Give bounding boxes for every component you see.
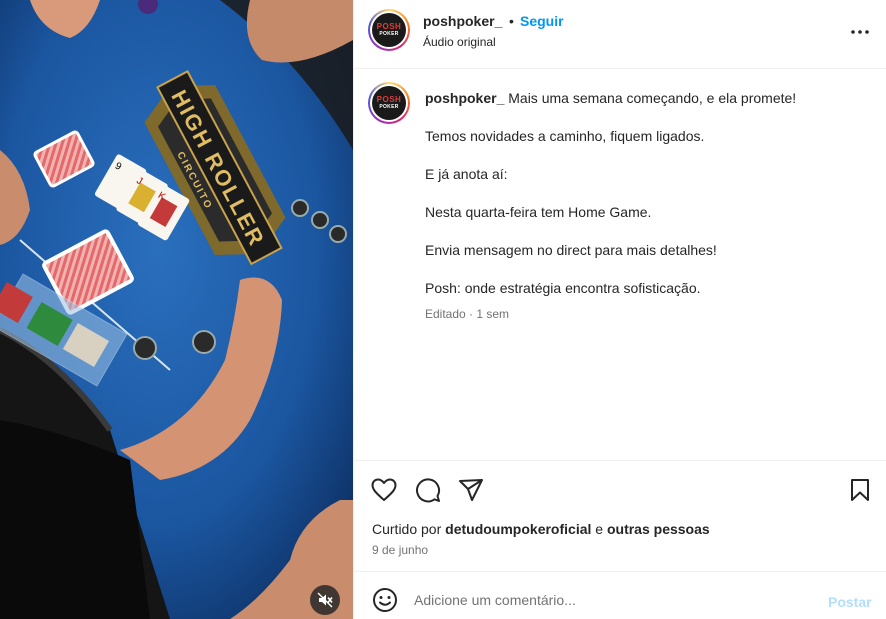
author-username[interactable]: poshpoker_ [423,13,502,29]
follow-button[interactable]: Seguir [520,13,564,29]
avatar[interactable]: POSH POKER [368,82,410,124]
post-header: POSH POKER poshpoker_ • Seguir Áudio ori… [354,0,886,69]
caption-meta: Editado · 1 sem [425,307,510,321]
comment-input[interactable] [414,586,814,614]
save-button[interactable] [846,476,874,504]
post-date[interactable]: 9 de junho [372,543,428,557]
like-button[interactable] [370,476,398,504]
post-media[interactable]: HIGH ROLLER CIRCUITO 9 J K [0,0,353,619]
caption-line: Posh: onde estratégia encontra sofistica… [425,280,701,296]
action-bar: Curtido por detudoumpokeroficial e outra… [354,460,886,571]
comment-icon [416,478,441,503]
caption-username[interactable]: poshpoker_ [425,90,504,106]
liked-by-others[interactable]: outras pessoas [607,521,710,537]
posh-poker-logo: POSH POKER [372,86,406,120]
emoji-icon [373,588,397,612]
avatar[interactable]: POSH POKER [368,9,410,51]
post-details-panel: POSH POKER poshpoker_ • Seguir Áudio ori… [353,0,886,619]
mute-icon [317,592,333,608]
caption-line: E já anota aí: [425,166,508,182]
more-options-button[interactable] [848,20,872,44]
caption-line: poshpoker_ Mais uma semana começando, e … [425,90,797,106]
share-button[interactable] [457,476,485,504]
caption-text: poshpoker_ Mais uma semana começando, e … [425,89,865,317]
mute-toggle-button[interactable] [310,585,340,615]
posh-poker-logo: POSH POKER [372,13,406,47]
separator-dot: • [509,13,514,29]
comment-bar: Postar [354,571,886,619]
poker-table-photo: HIGH ROLLER CIRCUITO 9 J K [0,0,353,619]
liked-by-user[interactable]: detudoumpokeroficial [445,521,591,537]
caption-section: POSH POKER poshpoker_ Mais uma semana co… [354,69,886,460]
post-comment-button[interactable]: Postar [828,594,872,610]
liked-by-text: Curtido por detudoumpokeroficial e outra… [372,521,710,537]
comment-button[interactable] [414,476,442,504]
audio-label[interactable]: Áudio original [423,35,496,49]
share-icon [459,479,483,501]
caption-line: Envia mensagem no direct para mais detal… [425,242,717,258]
bookmark-icon [851,479,869,501]
more-icon [851,30,869,34]
caption-line: Temos novidades a caminho, fiquem ligado… [425,128,705,144]
heart-icon [371,478,397,501]
emoji-button[interactable] [372,587,398,613]
caption-line: Nesta quarta-feira tem Home Game. [425,204,652,220]
